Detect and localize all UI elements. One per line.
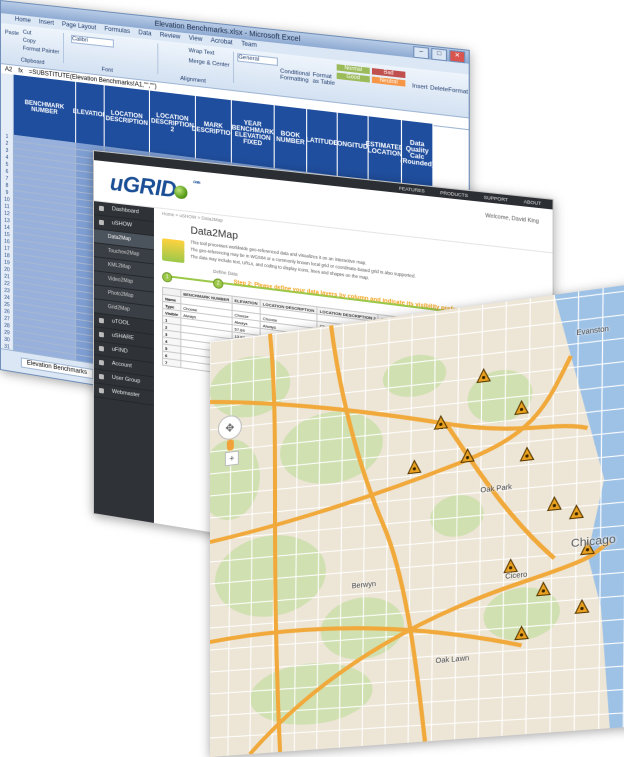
- sidebar-item-label: Webmaster: [112, 389, 140, 399]
- corner-cell[interactable]: [1, 73, 14, 135]
- conditional-formatting-button[interactable]: Conditional Formatting: [280, 68, 313, 84]
- zoom-in-button[interactable]: +: [225, 451, 239, 467]
- number-format-select[interactable]: General: [237, 53, 278, 66]
- tab-review[interactable]: Review: [160, 32, 181, 40]
- table-cell[interactable]: [14, 394, 76, 412]
- column-header[interactable]: ELEVATION: [76, 82, 105, 146]
- maximize-icon[interactable]: □: [431, 48, 447, 61]
- column-header[interactable]: YEAR BENCHMARK ELEVATION FIXED: [232, 100, 275, 168]
- tab-acrobat[interactable]: Acrobat: [211, 38, 233, 47]
- menu-icon: [99, 360, 104, 366]
- tab-view[interactable]: View: [189, 35, 203, 43]
- sheet-tab[interactable]: Elevation Benchmarks: [21, 357, 93, 379]
- fx-icon: fx: [18, 68, 23, 75]
- logo-text: uGRID: [110, 170, 176, 203]
- sidebar-item-label: Touchee2Map: [108, 248, 139, 258]
- logo-tag: Data: [193, 179, 200, 185]
- sidebar: Dashboard uSHOW Data2Map Touchee2Map KML2Map…: [94, 201, 154, 523]
- column-header[interactable]: ESTIMATED LOCATION: [369, 116, 402, 184]
- welcome-text: Welcome, David King: [485, 213, 539, 225]
- sidebar-item-label: uSHOW: [112, 220, 132, 228]
- map-canvas[interactable]: [210, 282, 624, 757]
- sidebar-item-label: uFIND: [112, 347, 128, 355]
- column-header[interactable]: LONGITUDE: [338, 113, 369, 180]
- cell-reference[interactable]: A2: [5, 67, 12, 74]
- menu-icon: [99, 388, 104, 394]
- step-2-dot[interactable]: 2: [213, 278, 223, 289]
- sidebar-item-label: KML2Map: [108, 262, 131, 271]
- column-header[interactable]: LOCATION DESCRIPTION: [105, 85, 150, 152]
- row-number[interactable]: 39: [1, 399, 14, 408]
- sidebar-item-label: Grid2Map: [108, 304, 130, 313]
- column-header[interactable]: BENCHMARK NUMBER: [14, 75, 76, 143]
- table-cell[interactable]: [14, 401, 76, 419]
- sidebar-item-label: uSHARE: [112, 333, 134, 342]
- row-number[interactable]: 37: [1, 385, 14, 394]
- row-label: 7: [163, 358, 181, 368]
- font-group-label: Font: [102, 67, 113, 74]
- table-cell[interactable]: [14, 380, 76, 397]
- sidebar-item-label: Photo2Map: [108, 290, 134, 299]
- menu-icon: [99, 374, 104, 380]
- sidebar-item-label: Dashboard: [112, 206, 139, 215]
- map-view[interactable]: ✥ + Chicago Oak Park Cicero Evanston Oak…: [210, 282, 624, 757]
- column-header[interactable]: Data Quality Calc (Rounded): [402, 120, 433, 188]
- data2map-icon: [162, 238, 184, 263]
- column-header[interactable]: BOOK NUMBER: [275, 105, 307, 172]
- menu-icon: [99, 220, 104, 226]
- globe-icon: [174, 185, 187, 200]
- copy-button[interactable]: Copy: [23, 38, 36, 45]
- sidebar-item-label: Account: [112, 361, 132, 370]
- style-good[interactable]: Good: [337, 73, 370, 83]
- row-number[interactable]: 38: [1, 392, 14, 401]
- style-neutral[interactable]: Neutral: [372, 77, 405, 87]
- menu-icon: [99, 332, 104, 338]
- step-1-dot[interactable]: 1: [162, 272, 172, 283]
- tab-team[interactable]: Team: [241, 41, 257, 49]
- minimize-icon[interactable]: –: [413, 46, 429, 59]
- insert-cells-button[interactable]: Insert: [412, 83, 427, 91]
- tab-insert[interactable]: Insert: [39, 19, 54, 27]
- column-header[interactable]: MARK DESCRIPTION: [196, 96, 232, 162]
- sidebar-item-label: Data2Map: [108, 234, 131, 243]
- clipboard-group-label: Clipboard: [21, 57, 45, 66]
- tab-home[interactable]: Home: [15, 17, 31, 25]
- stepper-label: Define Data: [213, 269, 238, 277]
- row-number[interactable]: 35: [1, 371, 14, 380]
- sidebar-item-label: User Group: [112, 375, 140, 385]
- cut-button[interactable]: Cut: [23, 30, 32, 37]
- close-icon[interactable]: ✕: [449, 50, 465, 63]
- menu-icon: [99, 346, 104, 352]
- tab-data[interactable]: Data: [138, 30, 151, 38]
- table-cell[interactable]: [14, 387, 76, 404]
- sidebar-item-label: Video2Map: [108, 276, 133, 285]
- menu-icon: [99, 318, 104, 324]
- format-cells-button[interactable]: Format: [448, 87, 468, 96]
- ugrid-logo[interactable]: uGRID Data: [110, 170, 200, 206]
- menu-icon: [99, 206, 104, 212]
- street-view-pegman-icon[interactable]: [227, 439, 234, 451]
- column-header[interactable]: LOCATION DESCRIPTION 2: [150, 91, 196, 158]
- sidebar-item-label: uTOOL: [112, 318, 130, 326]
- delete-cells-button[interactable]: Delete: [430, 85, 448, 93]
- row-number[interactable]: 36: [1, 378, 14, 387]
- format-table-button[interactable]: Format as Table: [313, 72, 337, 87]
